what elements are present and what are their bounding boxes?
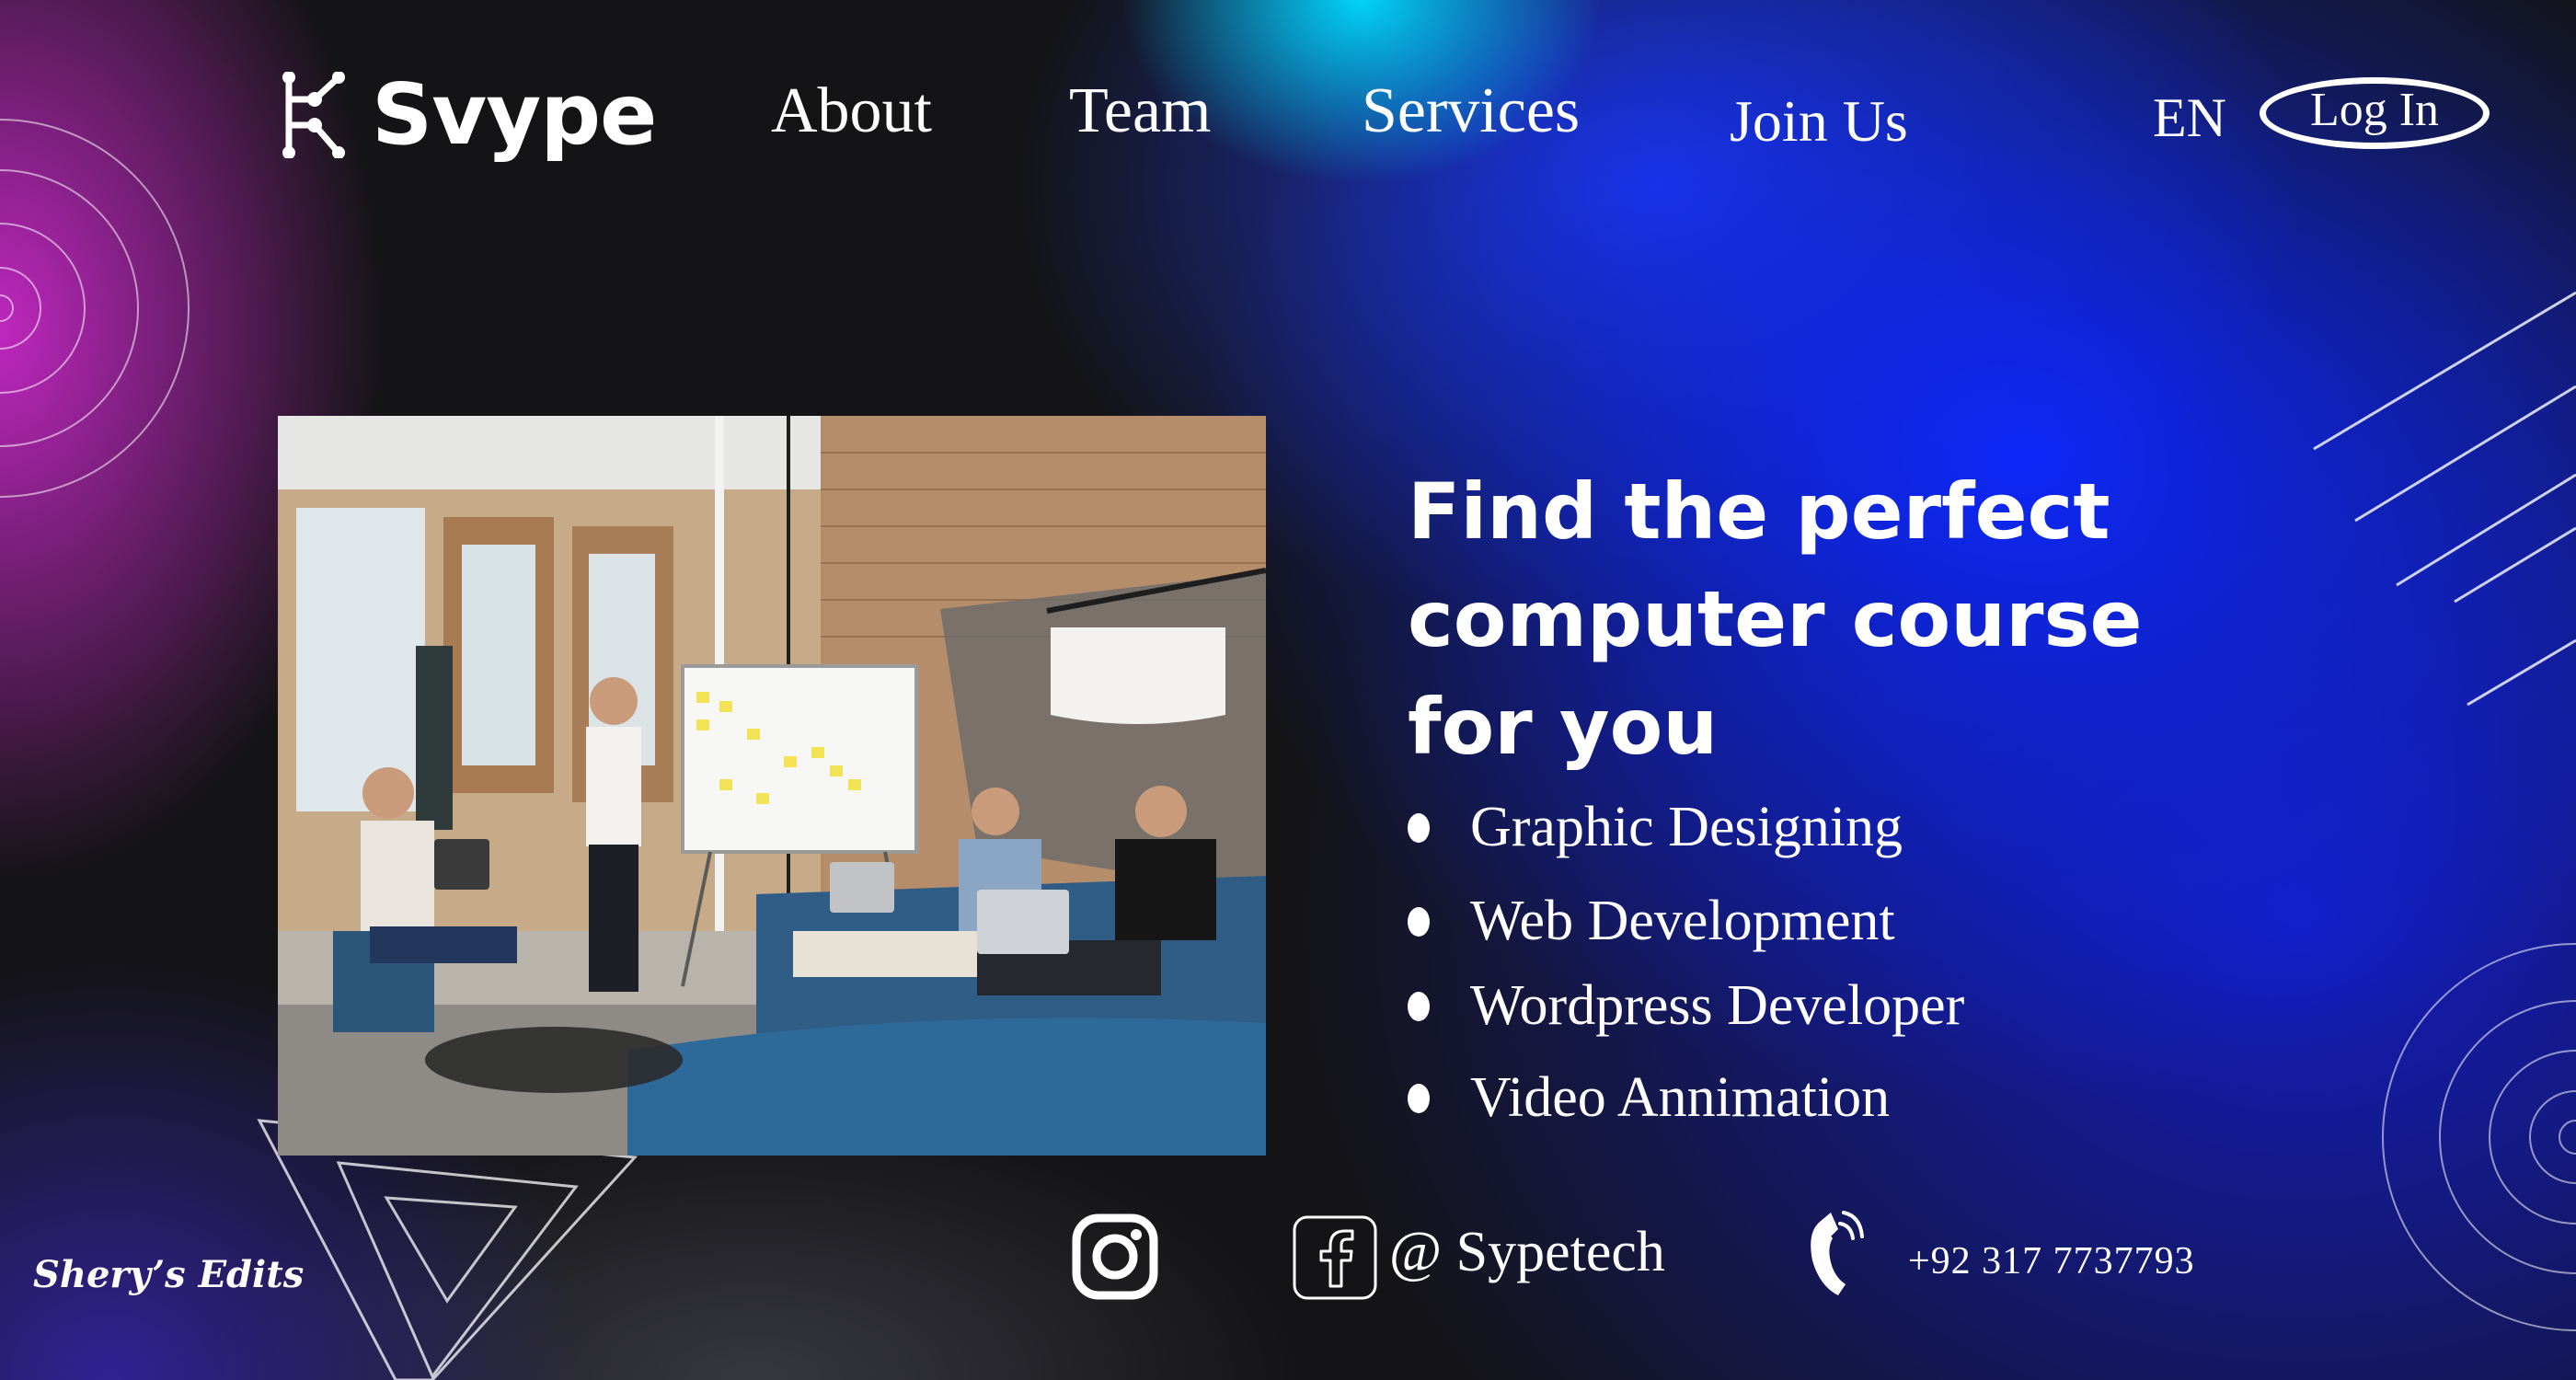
login-button[interactable]: Log In — [2260, 77, 2490, 149]
headline-line-1: Find the perfect — [1408, 466, 2110, 557]
right-ring-5 — [2559, 1120, 2576, 1155]
left-ring-5 — [0, 294, 14, 322]
right-ring-3 — [2489, 1050, 2576, 1225]
nav-team[interactable]: Team — [1069, 79, 1211, 144]
diagonal-line-3 — [2396, 473, 2576, 587]
headline-line-2: computer course — [1408, 574, 2143, 664]
bullet-icon — [1408, 1083, 1430, 1113]
bullet-icon — [1408, 812, 1430, 843]
left-ring-2 — [0, 169, 139, 447]
course-label: Video Annimation — [1470, 1066, 1891, 1129]
bullet-icon — [1408, 991, 1430, 1021]
diagonal-line-1 — [2313, 291, 2576, 451]
watermark-signature: Shery’s Edits — [33, 1253, 305, 1296]
team-meeting-photo — [278, 416, 1266, 1156]
phone-icon — [1811, 1211, 1864, 1295]
course-item: Web Development — [1408, 889, 1895, 954]
bullet-icon — [1408, 906, 1430, 937]
hero-headline: Find the perfect computer course for you — [1408, 458, 2236, 781]
course-label: Web Development — [1470, 890, 1895, 952]
nav-about[interactable]: About — [771, 79, 932, 144]
right-ring-4 — [2529, 1090, 2576, 1184]
diagonal-line-5 — [2467, 638, 2576, 707]
instagram-icon[interactable] — [1071, 1213, 1159, 1301]
right-ring-1 — [2382, 943, 2576, 1331]
triangle-middle — [336, 1161, 579, 1379]
triangle-inner — [384, 1196, 518, 1304]
course-label: Wordpress Developer — [1470, 974, 1965, 1037]
phone-number[interactable]: +92 317 7737793 — [1908, 1242, 2195, 1281]
triangle-outer — [257, 1119, 638, 1380]
course-item: Video Annimation — [1408, 1065, 1890, 1131]
brand-logo[interactable]: Svype — [278, 65, 657, 164]
nav-join-us[interactable]: Join Us — [1730, 92, 1908, 151]
language-selector[interactable]: EN — [2153, 90, 2226, 145]
social-handle[interactable]: @ Sypetech — [1389, 1224, 1665, 1281]
course-item: Graphic Designing — [1408, 795, 1903, 860]
brand-network-icon — [282, 72, 345, 158]
left-ring-1 — [0, 119, 190, 498]
left-ring-4 — [0, 267, 41, 350]
diagonal-line-2 — [2354, 385, 2576, 523]
right-ring-2 — [2439, 1000, 2576, 1274]
nav-services[interactable]: Services — [1362, 79, 1580, 144]
office-scene-illustration — [278, 416, 1266, 1156]
facebook-icon[interactable] — [1292, 1214, 1378, 1301]
headline-line-3: for you — [1408, 682, 1719, 772]
course-label: Graphic Designing — [1470, 796, 1903, 858]
course-item: Wordpress Developer — [1408, 973, 1964, 1039]
brand-name: Svype — [372, 65, 657, 164]
